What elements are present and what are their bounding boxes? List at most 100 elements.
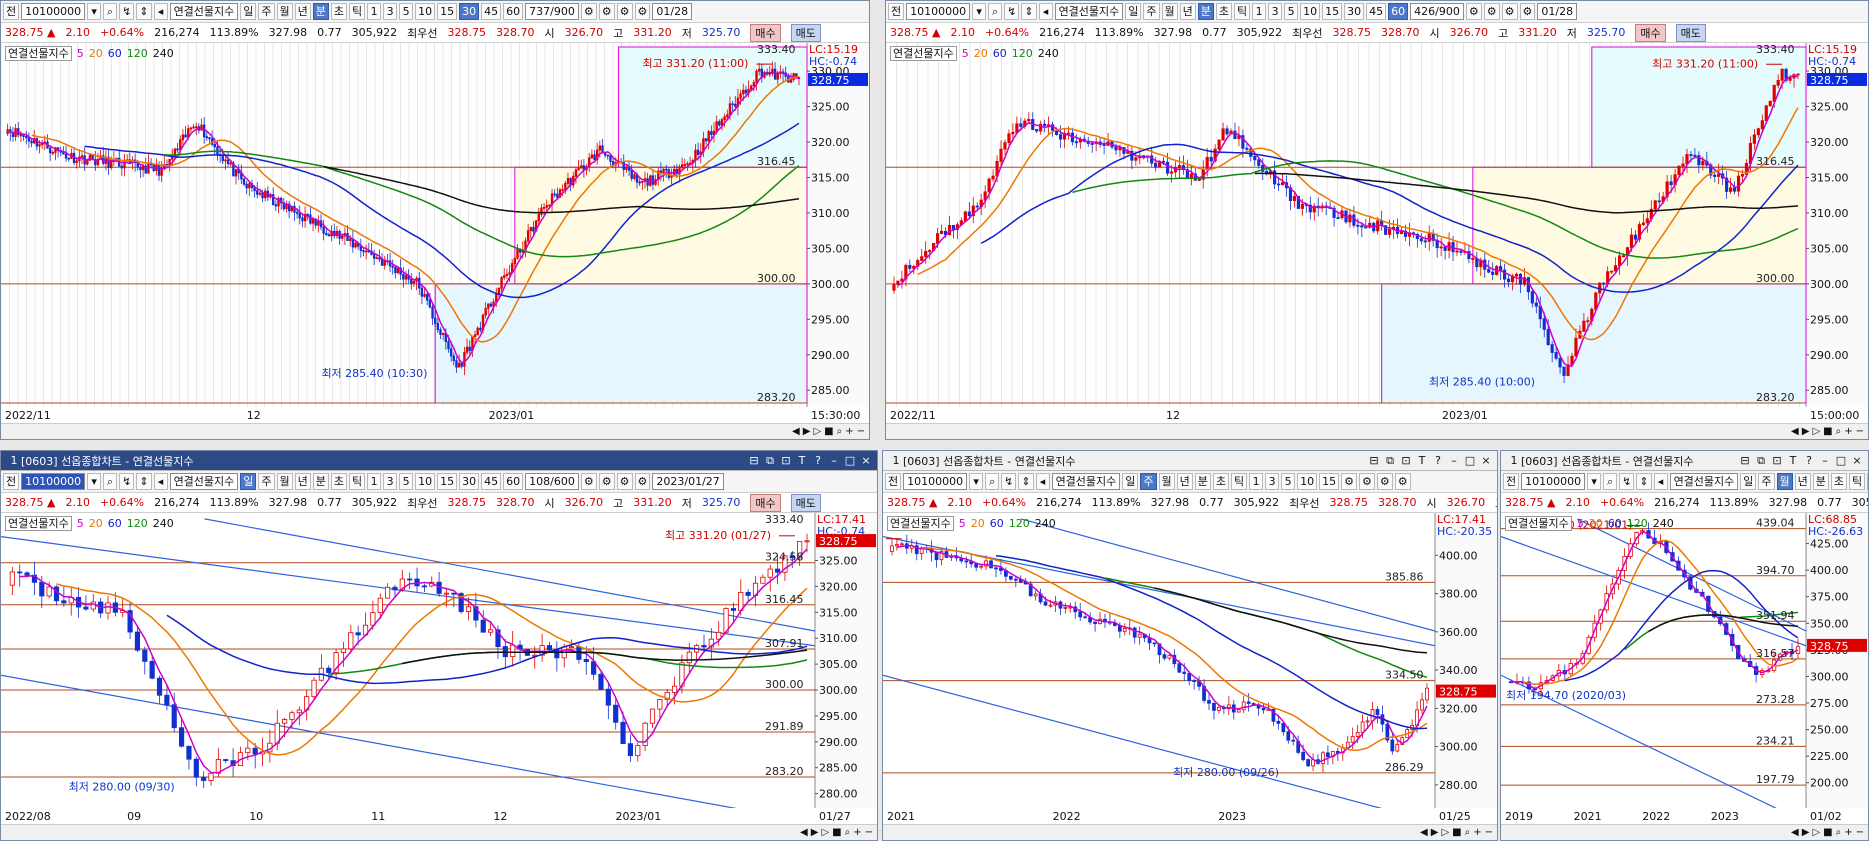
minute-option-10[interactable]: 10 <box>1297 473 1318 490</box>
stop-icon[interactable]: ■ <box>1823 827 1832 838</box>
minute-option-60[interactable]: 60 <box>503 3 524 20</box>
chart-scrollbar[interactable]: ◀ ▶ ▷ ■ ⌕ + − <box>1 824 877 840</box>
code-input[interactable]: 10100000 <box>903 473 968 490</box>
zoom-icon[interactable]: ⌕ <box>837 426 843 437</box>
minute-option-15[interactable]: 15 <box>437 3 458 20</box>
scroll-left-icon[interactable]: ◀ <box>1420 827 1428 838</box>
period-tab-6[interactable]: 틱 <box>1234 3 1251 20</box>
period-tab-6[interactable]: 틱 <box>1231 473 1248 490</box>
sell-button[interactable]: 매도 <box>1675 23 1706 42</box>
search-icon[interactable]: ⌕ <box>103 473 118 490</box>
minute-option-45[interactable]: 45 <box>481 3 502 20</box>
period-tab-1[interactable]: 주 <box>258 3 275 20</box>
maximize-icon[interactable]: □ <box>843 454 857 467</box>
zoom-icon[interactable]: ⌕ <box>1465 827 1471 838</box>
period-tab-1[interactable]: 주 <box>1758 473 1775 490</box>
settings-icon[interactable]: ⚙ <box>1341 473 1358 490</box>
print-icon[interactable]: ⚙ <box>1501 3 1518 20</box>
zoom-icon[interactable]: ⌕ <box>845 827 851 838</box>
jeon-button[interactable]: 전 <box>1503 473 1520 490</box>
help-icon[interactable]: ? <box>1431 454 1445 467</box>
period-tab-6[interactable]: 틱 <box>1849 473 1866 490</box>
zoom-out-icon[interactable]: − <box>1856 827 1864 838</box>
compare-icon[interactable]: ↯ <box>119 3 135 20</box>
period-tab-0[interactable]: 일 <box>1125 3 1142 20</box>
minute-option-5[interactable]: 5 <box>1284 3 1299 20</box>
minimize-icon[interactable]: – <box>1447 454 1461 467</box>
period-tab-5[interactable]: 초 <box>1212 473 1230 490</box>
close-icon[interactable]: × <box>1850 454 1864 467</box>
date-input[interactable]: 01/28 <box>1537 3 1578 20</box>
zoom-out-icon[interactable]: − <box>857 426 865 437</box>
maximize-icon[interactable]: □ <box>1463 454 1477 467</box>
period-tab-4[interactable]: 분 <box>1197 3 1214 20</box>
font-icon[interactable]: T <box>1415 454 1429 467</box>
date-input[interactable]: 2023/01/27 <box>652 473 724 490</box>
period-tab-5[interactable]: 초 <box>330 3 348 20</box>
period-tab-2[interactable]: 월 <box>276 473 293 490</box>
bar-count[interactable]: 426/900 <box>1410 3 1464 20</box>
print-icon[interactable]: ⚙ <box>616 3 633 20</box>
instrument-name[interactable]: 연결선물지수 <box>169 3 239 20</box>
minute-option-3[interactable]: 3 <box>1268 3 1283 20</box>
zoom-icon[interactable]: ⌕ <box>1836 827 1842 838</box>
minute-option-45[interactable]: 45 <box>481 473 502 490</box>
period-tab-2[interactable]: 월 <box>1161 3 1178 20</box>
save-icon[interactable]: ⚙ <box>598 3 615 20</box>
code-input[interactable]: 10100000 <box>21 3 86 20</box>
help-icon[interactable]: ? <box>1802 454 1816 467</box>
code-input[interactable]: 10100000 <box>906 3 971 20</box>
minute-option-5[interactable]: 5 <box>399 473 414 490</box>
gear-icon[interactable]: ⚙ <box>634 473 651 490</box>
zoom-out-icon[interactable]: − <box>1485 827 1493 838</box>
compare-icon[interactable]: ↯ <box>1004 3 1020 20</box>
settings-icon[interactable]: ⚙ <box>1465 3 1482 20</box>
scroll-left-icon[interactable]: ◀ <box>792 426 800 437</box>
jeon-button[interactable]: 전 <box>3 3 20 20</box>
search-icon[interactable]: ⌕ <box>985 473 1000 490</box>
code-dropdown-icon[interactable]: ▾ <box>972 3 987 20</box>
code-dropdown-icon[interactable]: ▾ <box>969 473 984 490</box>
instrument-name[interactable]: 연결선물지수 <box>1669 473 1739 490</box>
bar-count[interactable]: 737/900 <box>525 3 579 20</box>
minute-option-1[interactable]: 1 <box>1867 473 1868 490</box>
instrument-name[interactable]: 연결선물지수 <box>169 473 239 490</box>
compare-icon[interactable]: ↯ <box>1001 473 1017 490</box>
chart-scrollbar[interactable]: ◀ ▶ ▷ ■ ⌕ + − <box>1 423 869 439</box>
period-tab-4[interactable]: 분 <box>312 3 329 20</box>
minute-option-10[interactable]: 10 <box>415 473 436 490</box>
scroll-right-icon[interactable]: ▶ <box>1431 827 1439 838</box>
minute-option-10[interactable]: 10 <box>1300 3 1321 20</box>
period-tab-6[interactable]: 틱 <box>349 3 366 20</box>
minute-option-60[interactable]: 60 <box>503 473 524 490</box>
chart-scrollbar[interactable]: ◀ ▶ ▷ ■ ⌕ + − <box>1501 824 1868 840</box>
period-tab-1[interactable]: 주 <box>258 473 275 490</box>
minute-option-30[interactable]: 30 <box>1344 3 1365 20</box>
font-icon[interactable]: T <box>795 454 809 467</box>
chart-area[interactable]: 330.00 325.00 320.00 315.00 310.00 305.00 300.… <box>886 43 1868 439</box>
stop-icon[interactable]: ■ <box>824 426 833 437</box>
save-icon[interactable]: ⚙ <box>1483 3 1500 20</box>
code-input[interactable]: 10100000 <box>21 473 86 490</box>
play-icon[interactable]: ▷ <box>1812 827 1820 838</box>
spin-icon[interactable]: ⇕ <box>1636 473 1652 490</box>
save-icon[interactable]: ⚙ <box>598 473 615 490</box>
period-tab-2[interactable]: 월 <box>1158 473 1175 490</box>
period-tab-3[interactable]: 년 <box>294 473 311 490</box>
price-chart[interactable]: 400.00 380.00 360.00 340.00 320.00 300.00 280.… <box>883 513 1497 808</box>
pin-icon[interactable]: ⊟ <box>1367 454 1381 467</box>
period-tab-4[interactable]: 분 <box>1812 473 1829 490</box>
link-icon[interactable]: ⊡ <box>779 454 793 467</box>
scroll-left-icon[interactable]: ◀ <box>800 827 808 838</box>
period-tab-3[interactable]: 년 <box>1179 3 1196 20</box>
buy-button[interactable]: 매수 <box>750 23 781 42</box>
code-dropdown-icon[interactable]: ▾ <box>1587 473 1602 490</box>
code-dropdown-icon[interactable]: ▾ <box>87 3 102 20</box>
price-chart[interactable]: 330.00325.00320.00315.00310.00305.00300.… <box>886 43 1868 407</box>
zoom-out-icon[interactable]: − <box>865 827 873 838</box>
minute-option-30[interactable]: 30 <box>459 3 480 20</box>
scroll-right-icon[interactable]: ▶ <box>1802 827 1810 838</box>
minute-option-1[interactable]: 1 <box>367 473 382 490</box>
zoom-in-icon[interactable]: + <box>845 426 853 437</box>
pin-icon[interactable]: ⊟ <box>1738 454 1752 467</box>
